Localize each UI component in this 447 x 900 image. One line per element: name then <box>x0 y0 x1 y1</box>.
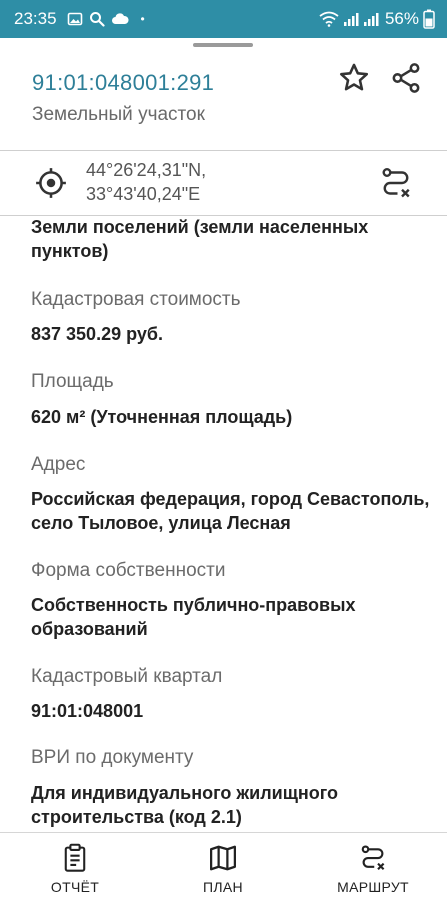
ownership-value: Собственность публично-правовых образова… <box>31 595 356 639</box>
battery-icon <box>423 9 435 29</box>
object-type: Земельный участок <box>32 104 205 125</box>
address-label: Адрес <box>31 454 86 475</box>
route-icon[interactable] <box>378 165 414 201</box>
cost-label: Кадастровая стоимость <box>31 289 241 310</box>
quarter-value: 91:01:048001 <box>31 701 144 721</box>
area-label: Площадь <box>31 371 114 392</box>
cost-field: Кадастровая стоимость 837 350.29 руб. <box>31 288 441 346</box>
status-left: 23:35 • <box>14 9 145 29</box>
ownership-field: Форма собственности Собственность публич… <box>31 559 441 641</box>
wifi-icon <box>319 11 339 27</box>
bottom-navigation: ОТЧЁТ ПЛАН МАРШРУТ <box>0 832 447 900</box>
quarter-field: Кадастровый квартал 91:01:048001 <box>31 665 441 723</box>
drag-handle[interactable] <box>193 43 253 47</box>
search-icon <box>89 11 105 27</box>
coordinates-row: 44°26'24,31"N, 33°43'40,24"E <box>0 151 447 215</box>
route-button[interactable]: МАРШРУТ <box>328 833 418 900</box>
area-value: 620 м² (Уточненная площадь) <box>31 407 293 427</box>
notification-dot: • <box>140 12 145 26</box>
ownership-label: Форма собственности <box>31 560 226 581</box>
favorite-button[interactable] <box>336 62 372 98</box>
quarter-label: Кадастровый квартал <box>31 666 223 687</box>
area-field: Площадь 620 м² (Уточненная площадь) <box>31 370 441 429</box>
address-value: Российская федерация, город Севастополь,… <box>31 489 430 533</box>
status-time: 23:35 <box>14 9 57 28</box>
status-bar: 23:35 • 56% <box>0 0 447 38</box>
status-right: 56% <box>319 9 435 29</box>
signal-icon <box>343 11 359 27</box>
map-icon <box>208 843 238 873</box>
coordinates-text[interactable]: 44°26'24,31"N, 33°43'40,24"E <box>86 158 206 206</box>
address-field: Адрес Российская федерация, город Севаст… <box>31 453 441 535</box>
longitude: 33°43'40,24"E <box>86 184 201 204</box>
route-label: МАРШРУТ <box>337 879 409 895</box>
clipboard-icon <box>60 843 90 873</box>
details-sheet: 91:01:048001:291 Земельный участок 44°26… <box>0 38 447 900</box>
route-icon <box>358 843 388 873</box>
vri-label: ВРИ по документу <box>31 747 194 768</box>
object-header: 91:01:048001:291 Земельный участок <box>0 60 447 150</box>
cadastral-number[interactable]: 91:01:048001:291 <box>32 70 214 96</box>
vri-field: ВРИ по документу Для индивидуального жил… <box>31 746 441 829</box>
star-icon <box>337 61 371 100</box>
vri-value: Для индивидуального жилищного строительс… <box>31 783 339 827</box>
battery-percent: 56% <box>384 9 419 28</box>
latitude: 44°26'24,31"N, <box>86 160 207 180</box>
plan-label: ПЛАН <box>203 879 243 895</box>
details-list[interactable]: Земли поселений (земли населенных пункто… <box>0 216 447 832</box>
category-field: Земли поселений (земли населенных пункто… <box>31 216 441 263</box>
cloud-icon <box>111 12 129 26</box>
signal-icon-2 <box>363 11 379 27</box>
target-icon[interactable] <box>34 166 68 200</box>
report-label: ОТЧЁТ <box>50 879 100 895</box>
plan-button[interactable]: ПЛАН <box>188 833 258 900</box>
share-icon <box>389 61 423 100</box>
share-button[interactable] <box>388 62 424 98</box>
cost-value: 837 350.29 руб. <box>31 324 163 344</box>
gallery-icon <box>67 11 83 27</box>
category-value: Земли поселений (земли населенных пункто… <box>31 217 369 261</box>
report-button[interactable]: ОТЧЁТ <box>40 833 110 900</box>
